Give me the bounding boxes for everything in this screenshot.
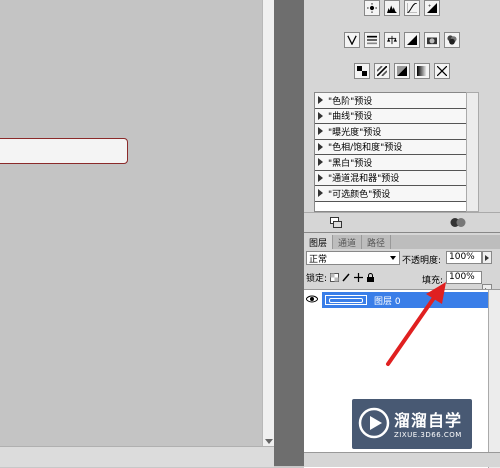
vibrance-icon[interactable] bbox=[344, 32, 360, 48]
invert-icon[interactable] bbox=[354, 63, 370, 79]
selective-color-icon[interactable] bbox=[434, 63, 450, 79]
visibility-toggle-icon[interactable] bbox=[450, 217, 466, 228]
preset-item-levels[interactable]: "色阶"预设 bbox=[315, 93, 467, 109]
opacity-slider-button[interactable] bbox=[482, 251, 492, 264]
chevron-down-icon bbox=[390, 256, 396, 260]
panel-divider bbox=[274, 0, 304, 466]
gradient-map-icon[interactable] bbox=[414, 63, 430, 79]
layers-panel-footer bbox=[304, 452, 500, 467]
scroll-down-arrow-icon[interactable] bbox=[265, 439, 273, 444]
expand-triangle-icon[interactable] bbox=[318, 189, 323, 198]
expand-triangle-icon[interactable] bbox=[318, 111, 323, 120]
adjustment-icons-row-2 bbox=[304, 32, 500, 48]
exposure-icon[interactable]: + bbox=[424, 0, 440, 16]
posterize-icon[interactable] bbox=[374, 63, 390, 79]
lock-transparent-pixels-icon[interactable] bbox=[330, 273, 340, 282]
play-logo-icon bbox=[358, 407, 390, 439]
svg-text:+: + bbox=[428, 3, 432, 8]
layers-panel-tabs: 图层 通道 路径 bbox=[304, 235, 500, 249]
lock-controls: 锁定: bbox=[306, 271, 375, 284]
blend-mode-select[interactable]: 正常 bbox=[306, 251, 400, 265]
presets-scrollbar[interactable] bbox=[466, 92, 479, 212]
expand-triangle-icon[interactable] bbox=[318, 158, 323, 167]
preset-item-black-white[interactable]: "黑白"预设 bbox=[315, 155, 467, 171]
hue-saturation-icon[interactable] bbox=[364, 32, 380, 48]
preset-item-selective-color[interactable]: "可选颜色"预设 bbox=[315, 186, 467, 202]
lock-label: 锁定: bbox=[306, 274, 328, 284]
preset-item-hue-saturation[interactable]: "色相/饱和度"预设 bbox=[315, 139, 467, 155]
watermark: 溜溜自学 ZIXUE.3D66.COM bbox=[352, 399, 472, 449]
expand-triangle-icon[interactable] bbox=[318, 127, 323, 136]
black-white-icon[interactable] bbox=[404, 32, 420, 48]
adjustments-footer bbox=[304, 212, 500, 233]
photo-filter-icon[interactable] bbox=[424, 32, 440, 48]
adjustment-icons-row-1: + bbox=[304, 0, 500, 16]
watermark-title: 溜溜自学 bbox=[394, 411, 463, 430]
preset-item-channel-mixer[interactable]: "通道混和器"预设 bbox=[315, 170, 467, 186]
expand-triangle-icon[interactable] bbox=[318, 96, 323, 105]
lock-position-icon[interactable] bbox=[354, 273, 364, 282]
tab-layers[interactable]: 图层 bbox=[304, 235, 334, 249]
document-canvas[interactable] bbox=[0, 0, 262, 446]
layer-list-scrollbar[interactable] bbox=[488, 290, 500, 468]
threshold-icon[interactable] bbox=[394, 63, 410, 79]
lock-all-icon[interactable] bbox=[366, 273, 375, 282]
adjustment-icons-row-3 bbox=[304, 63, 500, 79]
annotation-arrow-icon bbox=[386, 282, 446, 366]
brightness-icon[interactable] bbox=[364, 0, 380, 16]
curves-icon[interactable] bbox=[404, 0, 420, 16]
opacity-field[interactable]: 100% bbox=[446, 251, 482, 264]
layer-thumbnail bbox=[325, 295, 367, 305]
watermark-subtitle: ZIXUE.3D66.COM bbox=[394, 431, 462, 439]
preset-item-curves[interactable]: "曲线"预设 bbox=[315, 108, 467, 124]
canvas-horizontal-scrollbar[interactable] bbox=[0, 446, 274, 467]
adjustment-presets-list: "色阶"预设 "曲线"预设 "曝光度"预设 "色相/饱和度"预设 "黑白"预设 … bbox=[314, 92, 468, 212]
levels-icon[interactable] bbox=[384, 0, 400, 16]
adjustments-panel: + "色阶"预设 "曲线"预设 "曝光度"预设 "色相/饱和度"预设 "黑白"预… bbox=[304, 0, 500, 232]
color-balance-icon[interactable] bbox=[384, 32, 400, 48]
canvas-rounded-rectangle-shape bbox=[0, 138, 128, 164]
clip-to-layer-icon[interactable] bbox=[330, 217, 342, 228]
preset-item-exposure[interactable]: "曝光度"预设 bbox=[315, 124, 467, 140]
channel-mixer-icon[interactable] bbox=[444, 32, 460, 48]
tab-paths[interactable]: 路径 bbox=[362, 235, 392, 249]
expand-triangle-icon[interactable] bbox=[318, 142, 323, 151]
eye-icon[interactable] bbox=[306, 293, 318, 305]
lock-image-pixels-icon[interactable] bbox=[342, 273, 351, 282]
tab-channels[interactable]: 通道 bbox=[333, 235, 363, 249]
expand-triangle-icon[interactable] bbox=[318, 173, 323, 182]
opacity-label: 不透明度: bbox=[402, 256, 442, 266]
